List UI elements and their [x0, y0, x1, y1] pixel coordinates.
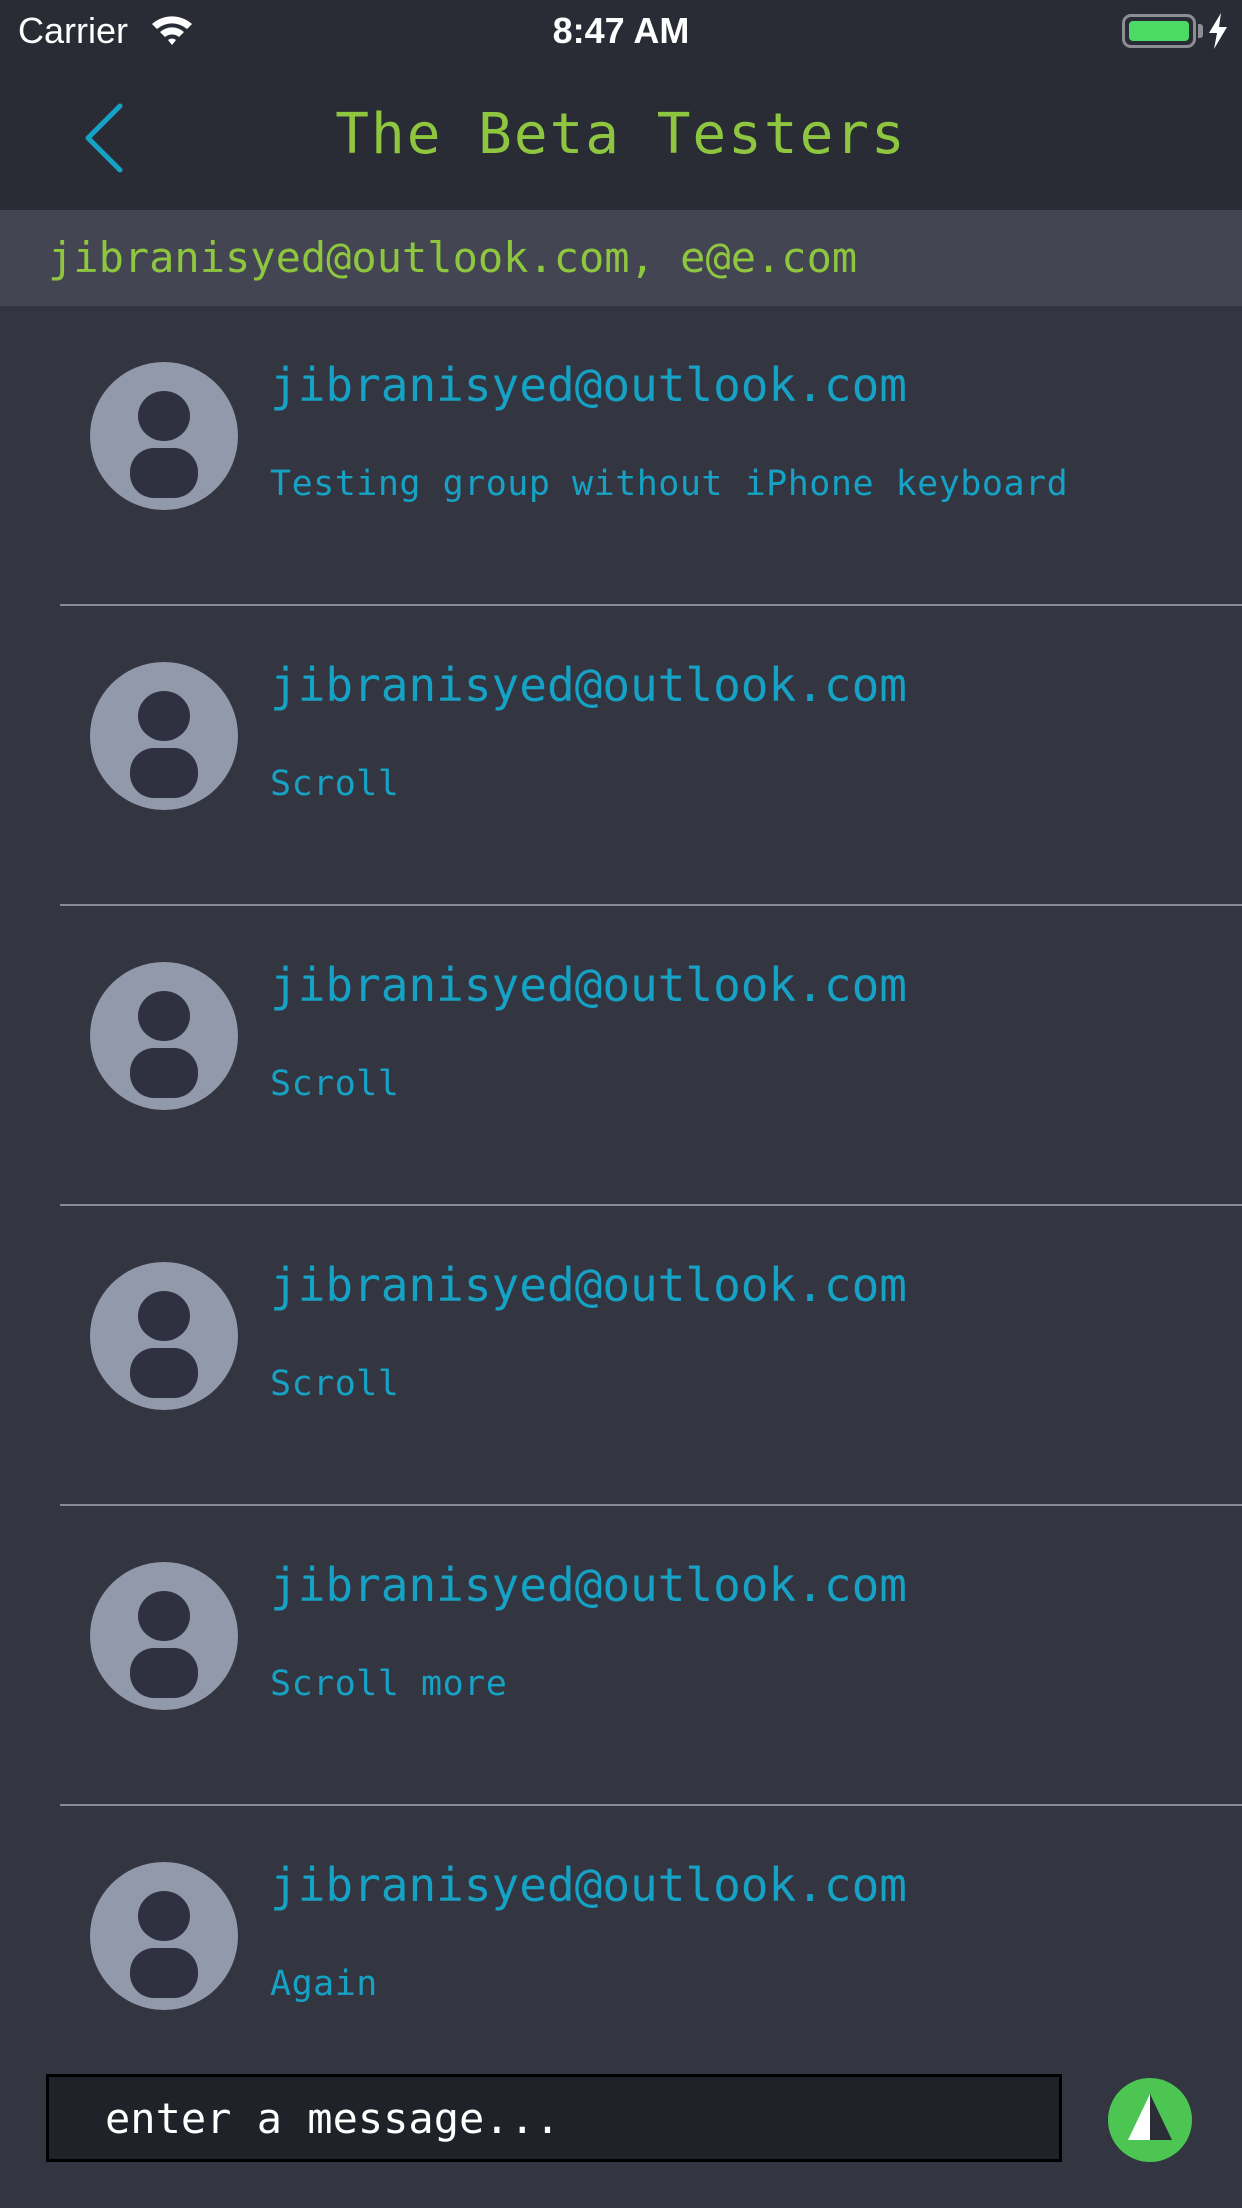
message-row[interactable]: jibranisyed@outlook.com Scroll more — [0, 1506, 1242, 1806]
avatar — [90, 662, 238, 810]
message-text: Again — [270, 1964, 378, 2004]
avatar — [90, 362, 238, 510]
battery-tip — [1198, 24, 1203, 38]
message-sender: jibranisyed@outlook.com — [270, 1858, 907, 1912]
message-row[interactable]: jibranisyed@outlook.com Scroll — [0, 906, 1242, 1206]
message-sender: jibranisyed@outlook.com — [270, 1258, 907, 1312]
message-sender: jibranisyed@outlook.com — [270, 958, 907, 1012]
message-input[interactable] — [46, 2074, 1062, 2162]
message-sender: jibranisyed@outlook.com — [270, 1558, 907, 1612]
person-icon — [130, 991, 198, 1098]
avatar — [90, 1562, 238, 1710]
message-composer — [0, 2060, 1242, 2208]
charging-bolt-icon — [1209, 13, 1227, 49]
send-button[interactable] — [1108, 2078, 1192, 2162]
person-icon — [130, 1291, 198, 1398]
message-sender: jibranisyed@outlook.com — [270, 358, 907, 412]
message-row[interactable]: jibranisyed@outlook.com Scroll — [0, 606, 1242, 906]
avatar — [90, 1262, 238, 1410]
person-icon — [130, 1591, 198, 1698]
message-text: Testing group without iPhone keyboard — [270, 464, 1069, 504]
navigation-bar: The Beta Testers — [0, 62, 1242, 210]
page-title: The Beta Testers — [335, 102, 907, 167]
person-icon — [130, 391, 198, 498]
message-row[interactable]: jibranisyed@outlook.com Scroll — [0, 1206, 1242, 1506]
message-sender: jibranisyed@outlook.com — [270, 658, 907, 712]
message-text: Scroll — [270, 1064, 400, 1104]
person-icon — [130, 1891, 198, 1998]
battery-level — [1129, 21, 1189, 41]
person-icon — [130, 691, 198, 798]
status-time: 8:47 AM — [552, 10, 690, 51]
send-icon — [1128, 2094, 1172, 2140]
avatar — [90, 1862, 238, 2010]
battery-icon — [1122, 14, 1196, 48]
message-row[interactable]: jibranisyed@outlook.com Again — [0, 1806, 1242, 2060]
status-bar: Carrier 8:47 AM — [0, 0, 1242, 62]
message-list[interactable]: jibranisyed@outlook.com Testing group wit… — [0, 306, 1242, 2060]
message-text: Scroll — [270, 764, 400, 804]
message-row[interactable]: jibranisyed@outlook.com Testing group wit… — [0, 306, 1242, 606]
message-text: Scroll more — [270, 1664, 508, 1704]
message-text: Scroll — [270, 1364, 400, 1404]
group-members: jibranisyed@outlook.com, e@e.com — [0, 210, 1242, 306]
avatar — [90, 962, 238, 1110]
